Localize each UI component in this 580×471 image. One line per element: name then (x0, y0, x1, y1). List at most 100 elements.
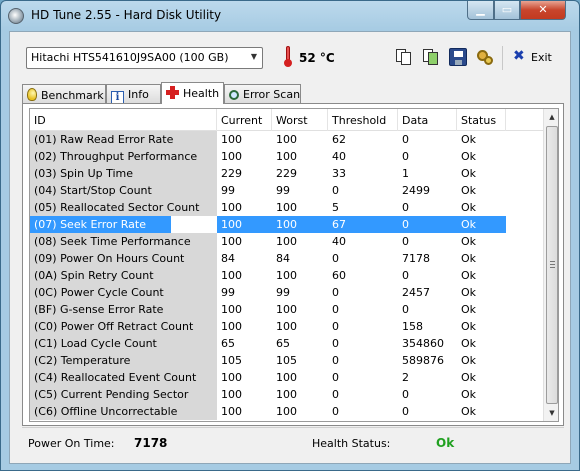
table-row[interactable]: (09) Power On Hours Count 84 84 0 7178 Ok (30, 250, 543, 267)
column-header-id[interactable]: ID (30, 109, 217, 131)
table-row[interactable]: (04) Start/Stop Count 99 99 0 2499 Ok (30, 182, 543, 199)
column-header-current[interactable]: Current (217, 109, 272, 131)
list-header: ID Current Worst Threshold Data Status (30, 109, 543, 131)
table-cell: 5 (332, 201, 339, 214)
client-area: Hitachi HTS541610J9SA00 (100 GB) ▼ 52 °C… (9, 31, 571, 464)
tab-info-label: Info (128, 88, 149, 101)
table-cell: (C1) Load Cycle Count (30, 335, 217, 352)
table-cell: Ok (461, 184, 477, 197)
table-cell: (BF) G-sense Error Rate (30, 301, 217, 318)
status-bar: Power On Time: 7178 Health Status: Ok (22, 427, 564, 455)
table-row[interactable]: (02) Throughput Performance 100 100 40 0 Ok (30, 148, 543, 165)
table-row[interactable]: (07) Seek Error Rate 100 100 67 0 Ok (30, 216, 543, 233)
table-cell: (05) Reallocated Sector Count (30, 199, 217, 216)
table-row[interactable]: (C6) Offline Uncorrectable 100 100 0 0 Ok (30, 403, 543, 420)
table-cell: 100 (217, 216, 272, 233)
table-cell: (03) Spin Up Time (30, 165, 217, 182)
app-window: HD Tune 2.55 - Hard Disk Utility ▁ ▭ ✕ H… (0, 0, 580, 471)
table-cell: 0 (398, 216, 457, 233)
table-row[interactable]: (C5) Current Pending Sector 100 100 0 0 Ok (30, 386, 543, 403)
tab-error-scan[interactable]: Error Scan (224, 84, 301, 103)
table-cell: (C2) Temperature (30, 352, 217, 369)
column-header-status[interactable]: Status (457, 109, 506, 131)
table-row[interactable]: (08) Seek Time Performance 100 100 40 0 Ok (30, 233, 543, 250)
table-cell: 62 (332, 133, 346, 146)
table-cell: Ok (461, 286, 477, 299)
table-row[interactable]: (05) Reallocated Sector Count 100 100 5 0 Ok (30, 199, 543, 216)
table-row[interactable]: (C1) Load Cycle Count 65 65 0 354860 Ok (30, 335, 543, 352)
table-cell: 105 (221, 354, 242, 367)
copy-all-icon[interactable] (422, 48, 440, 66)
table-cell: 100 (272, 216, 328, 233)
table-cell: 100 (276, 201, 297, 214)
table-cell: 65 (276, 337, 290, 350)
table-cell: 0 (332, 354, 339, 367)
tab-benchmark-label: Benchmark (41, 89, 104, 102)
smart-attribute-list[interactable]: ID Current Worst Threshold Data Status (… (29, 108, 559, 422)
table-cell: 40 (332, 150, 346, 163)
table-cell: 354860 (402, 337, 444, 350)
table-cell: 0 (402, 133, 409, 146)
table-row[interactable]: (03) Spin Up Time 229 229 33 1 Ok (30, 165, 543, 182)
table-cell: 100 (221, 201, 242, 214)
table-row[interactable]: (C0) Power Off Retract Count 100 100 0 158 Ok (30, 318, 543, 335)
table-cell: Ok (461, 133, 477, 146)
lightbulb-icon (27, 88, 37, 101)
table-cell: 40 (332, 235, 346, 248)
toolbar-divider (502, 46, 503, 70)
tab-benchmark[interactable]: Benchmark (22, 84, 106, 103)
copy-icon[interactable] (395, 48, 413, 66)
tab-health-label: Health (183, 87, 220, 100)
save-icon[interactable] (449, 48, 467, 66)
table-cell: 100 (221, 320, 242, 333)
column-header-threshold[interactable]: Threshold (328, 109, 398, 131)
minimize-button[interactable]: ▁ (467, 1, 494, 20)
table-cell: Ok (461, 337, 477, 350)
table-cell: 0 (332, 303, 339, 316)
table-cell: 60 (332, 269, 346, 282)
table-cell: 100 (221, 235, 242, 248)
table-cell: 0 (402, 388, 409, 401)
table-row[interactable]: (C2) Temperature 105 105 0 589876 Ok (30, 352, 543, 369)
table-row[interactable]: (01) Raw Read Error Rate 100 100 62 0 Ok (30, 131, 543, 148)
table-cell: 0 (402, 201, 409, 214)
table-cell: 2499 (402, 184, 430, 197)
temperature-readout: 52 °C (299, 51, 335, 65)
table-row[interactable]: (BF) G-sense Error Rate 100 100 0 0 Ok (30, 301, 543, 318)
table-cell: 99 (276, 184, 290, 197)
table-cell: 100 (221, 303, 242, 316)
table-cell: (C5) Current Pending Sector (30, 386, 217, 403)
vertical-scrollbar[interactable]: ▲ ▼ (543, 109, 558, 421)
scroll-thumb[interactable] (546, 126, 558, 404)
table-cell: (0C) Power Cycle Count (30, 284, 217, 301)
table-cell: 84 (221, 252, 235, 265)
drive-dropdown[interactable]: Hitachi HTS541610J9SA00 (100 GB) ▼ (26, 47, 263, 69)
options-gears-icon[interactable] (476, 48, 494, 66)
table-row[interactable]: (0A) Spin Retry Count 100 100 60 0 Ok (30, 267, 543, 284)
table-cell: 100 (276, 320, 297, 333)
tab-info[interactable]: i Info (106, 84, 161, 104)
table-cell: 2 (402, 371, 409, 384)
close-button[interactable]: ✕ (520, 1, 566, 20)
table-row[interactable]: (0C) Power Cycle Count 99 99 0 2457 Ok (30, 284, 543, 301)
table-cell: 100 (221, 405, 242, 418)
scroll-up-icon[interactable]: ▲ (544, 109, 558, 125)
table-cell: (C6) Offline Uncorrectable (30, 403, 217, 420)
table-cell: 158 (402, 320, 423, 333)
scroll-down-icon[interactable]: ▼ (544, 405, 558, 421)
table-cell: 0 (332, 184, 339, 197)
table-cell: (07) Seek Error Rate (30, 216, 217, 233)
column-header-data[interactable]: Data (398, 109, 457, 131)
exit-button[interactable]: ✖ Exit (510, 48, 560, 68)
exit-icon: ✖ (513, 48, 525, 64)
title-bar[interactable]: HD Tune 2.55 - Hard Disk Utility ▁ ▭ ✕ (1, 1, 579, 31)
table-cell: 100 (276, 133, 297, 146)
table-cell: (C0) Power Off Retract Count (30, 318, 217, 335)
table-cell: 67 (328, 216, 398, 233)
column-header-worst[interactable]: Worst (272, 109, 328, 131)
table-cell: 100 (276, 269, 297, 282)
maximize-button[interactable]: ▭ (494, 1, 520, 20)
table-row[interactable]: (C4) Reallocated Event Count 100 100 0 2 Ok (30, 369, 543, 386)
tab-health[interactable]: Health (161, 82, 224, 104)
table-cell: 0 (402, 235, 409, 248)
